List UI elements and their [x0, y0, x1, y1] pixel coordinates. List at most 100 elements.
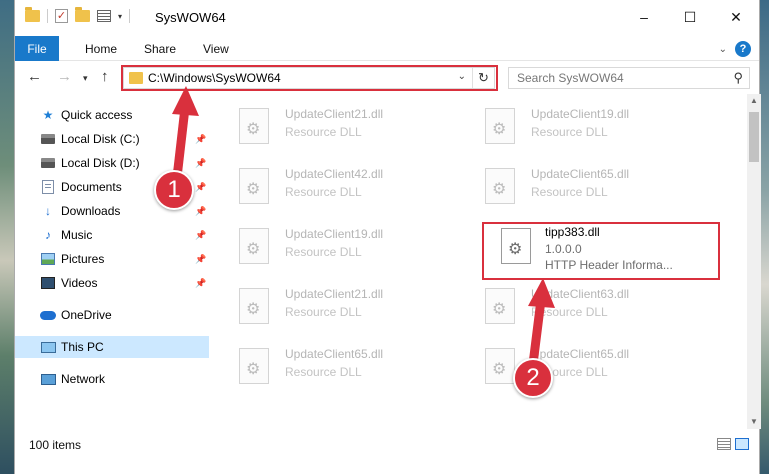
window-title: SysWOW64 [155, 10, 226, 25]
tab-share[interactable]: Share [144, 42, 176, 56]
file-tile[interactable]: ⚙ UpdateClient65.dll Resource DLL [471, 158, 701, 212]
sidebar-item-label: OneDrive [61, 308, 112, 322]
expand-ribbon-chevron-icon[interactable]: ⌄ [719, 44, 727, 55]
dll-file-icon: ⚙ [485, 108, 515, 144]
navigation-pane: ★ Quick access Local Disk (C:) 📌 Local D… [15, 94, 211, 429]
folder-icon[interactable] [25, 7, 40, 22]
maximize-button[interactable]: ☐ [667, 0, 713, 34]
file-tile[interactable]: ⚙ UpdateClient63.dll Resource DLL [471, 278, 701, 332]
videos-icon [40, 276, 56, 290]
file-name: UpdateClient42.dll [285, 167, 384, 181]
file-tile[interactable]: ⚙ UpdateClient65.dll Resource DLL [225, 338, 455, 392]
status-bar: 100 items [15, 429, 759, 459]
file-type: Resource DLL [285, 245, 362, 259]
sidebar-item-pictures[interactable]: Pictures 📌 [15, 248, 209, 270]
file-type: Resource DLL [285, 365, 362, 379]
sidebar-item-label: Videos [61, 276, 98, 290]
quick-access-toolbar: ✓ ▾ [25, 7, 131, 23]
pin-icon[interactable]: 📌 [195, 278, 206, 289]
file-name: UpdateClient65.dll [531, 347, 630, 361]
step-2-badge: 2 [513, 358, 553, 398]
file-tile[interactable]: ⚙ UpdateClient42.dll Resource DLL [225, 158, 455, 212]
sidebar-item-network[interactable]: Network [15, 368, 209, 390]
search-input[interactable]: Search SysWOW64 ⚲ [508, 67, 750, 89]
file-name: UpdateClient65.dll [531, 167, 630, 181]
vertical-scrollbar[interactable]: ▲ ▼ [747, 94, 761, 429]
forward-arrow-icon[interactable]: → [57, 68, 72, 85]
tiles-view-icon[interactable] [735, 438, 749, 450]
file-name: UpdateClient21.dll [285, 287, 384, 301]
sidebar-item-label: Music [61, 228, 93, 242]
file-tile[interactable]: ⚙ UpdateClient21.dll Resource DLL [225, 278, 455, 332]
file-explorer-window: ✓ ▾ SysWOW64 – ☐ ✕ File Home Share View … [14, 0, 761, 474]
ribbon-controls: ⌄ ? [719, 41, 751, 57]
file-tile[interactable]: ⚙ UpdateClient65.dll Resource DLL [471, 338, 701, 392]
documents-icon [40, 180, 56, 194]
dll-file-icon: ⚙ [485, 168, 515, 204]
file-tile[interactable]: ⚙ UpdateClient19.dll Resource DLL [471, 98, 701, 152]
new-folder-icon[interactable] [75, 7, 90, 22]
help-icon[interactable]: ? [735, 41, 751, 57]
up-arrow-icon[interactable]: ↑ [101, 68, 109, 85]
dll-file-icon: ⚙ [239, 348, 269, 384]
address-bar-highlight-box [121, 65, 498, 91]
file-tile[interactable]: ⚙ UpdateClient21.dll Resource DLL [225, 98, 455, 152]
disk-icon [40, 132, 56, 146]
downloads-icon: ↓ [45, 204, 51, 218]
tab-file[interactable]: File [15, 36, 59, 61]
scrollbar-thumb[interactable] [749, 112, 759, 162]
back-arrow-icon[interactable]: ← [27, 68, 42, 85]
pin-icon[interactable]: 📌 [195, 206, 206, 217]
tab-view[interactable]: View [203, 42, 229, 56]
network-icon [40, 372, 56, 386]
properties-icon[interactable] [97, 10, 111, 22]
dll-file-icon: ⚙ [239, 288, 269, 324]
sidebar-item-label: This PC [61, 340, 104, 354]
dll-file-icon: ⚙ [239, 168, 269, 204]
sidebar-item-onedrive[interactable]: OneDrive [15, 304, 209, 326]
recent-locations-chevron-icon[interactable]: ▾ [83, 73, 88, 84]
file-type: Resource DLL [285, 305, 362, 319]
pc-icon [40, 340, 56, 354]
search-icon[interactable]: ⚲ [733, 70, 743, 86]
file-tile[interactable]: ⚙ UpdateClient19.dll Resource DLL [225, 218, 455, 272]
sidebar-item-quick-access[interactable]: ★ Quick access [15, 104, 209, 126]
sidebar-item-label: Quick access [61, 108, 133, 122]
sidebar-item-music[interactable]: ♪ Music 📌 [15, 224, 209, 246]
file-name: UpdateClient19.dll [531, 107, 630, 121]
sidebar-item-label: Documents [61, 180, 122, 194]
file-type: Resource DLL [531, 185, 608, 199]
details-view-icon[interactable] [717, 438, 731, 450]
dll-file-icon: ⚙ [485, 348, 515, 384]
title-bar: ✓ ▾ SysWOW64 – ☐ ✕ [15, 0, 759, 34]
sidebar-item-videos[interactable]: Videos 📌 [15, 272, 209, 294]
sidebar-item-this-pc[interactable]: This PC [15, 336, 209, 358]
file-type: Resource DLL [531, 305, 608, 319]
pin-icon[interactable]: 📌 [195, 158, 206, 169]
disk-icon [40, 156, 56, 170]
file-name: UpdateClient65.dll [285, 347, 384, 361]
customize-toolbar-dropdown-icon[interactable]: ▾ [118, 12, 122, 21]
pin-icon[interactable]: 📌 [195, 134, 206, 145]
file-name: UpdateClient19.dll [285, 227, 384, 241]
file-highlight-box [482, 222, 720, 280]
scroll-up-icon[interactable]: ▲ [747, 94, 761, 108]
pin-icon[interactable]: 📌 [195, 230, 206, 241]
file-type: Resource DLL [285, 125, 362, 139]
dll-file-icon: ⚙ [239, 108, 269, 144]
toolbar-divider [129, 9, 131, 23]
close-button[interactable]: ✕ [713, 0, 759, 34]
pin-icon[interactable]: 📌 [195, 182, 206, 193]
properties-check-icon[interactable]: ✓ [55, 9, 68, 23]
tab-home[interactable]: Home [85, 42, 117, 56]
scroll-down-icon[interactable]: ▼ [747, 415, 761, 429]
file-type: Resource DLL [531, 125, 608, 139]
onedrive-icon [40, 308, 56, 322]
minimize-button[interactable]: – [621, 0, 667, 34]
sidebar-item-local-disk-c[interactable]: Local Disk (C:) 📌 [15, 128, 209, 150]
pin-icon[interactable]: 📌 [195, 254, 206, 265]
search-placeholder: Search SysWOW64 [517, 71, 624, 85]
pictures-icon [40, 252, 56, 266]
navigation-row: ← → ▾ ↑ C:\Windows\SysWOW64 ⌄ ↻ Search S… [15, 61, 759, 94]
dll-file-icon: ⚙ [239, 228, 269, 264]
